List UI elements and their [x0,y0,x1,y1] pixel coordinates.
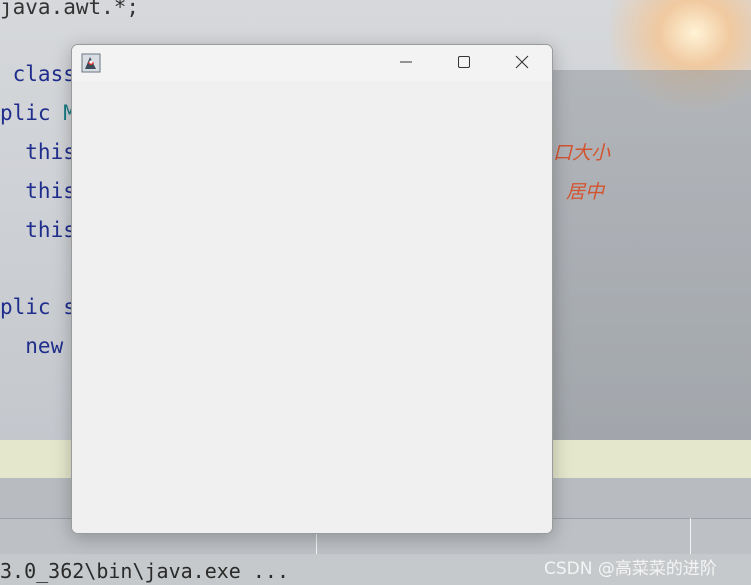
code-line-main: plic s [0,295,76,319]
java-duke-icon [81,53,101,73]
code-line-this-2: this [0,179,76,203]
minimize-button[interactable] [377,45,435,81]
code-line-class: class [0,62,76,86]
maximize-icon [457,54,471,73]
close-icon [515,54,529,73]
window-titlebar[interactable] [72,45,552,81]
close-button[interactable] [493,45,551,81]
minimize-icon [399,54,413,73]
code-line-this-3: this [0,218,76,242]
wallpaper-shade [553,70,751,440]
java-frame-window[interactable] [71,44,553,534]
code-line-constructor: plic M [0,100,76,126]
console-command-text: 3.0_362\bin\java.exe ... [0,559,289,583]
window-content-area[interactable] [72,81,552,533]
panel-divider [690,518,691,554]
code-line-import: java.awt.*; [0,0,140,19]
code-line-this-1: this [0,140,76,164]
code-line-new: new [0,334,64,358]
code-comment-size: 口大小 [553,142,611,164]
code-comment-center: 居中 [566,181,605,203]
watermark: CSDN @高菜菜的进阶 [544,559,717,579]
code-keyword: plic [0,101,64,125]
maximize-button[interactable] [435,45,493,81]
